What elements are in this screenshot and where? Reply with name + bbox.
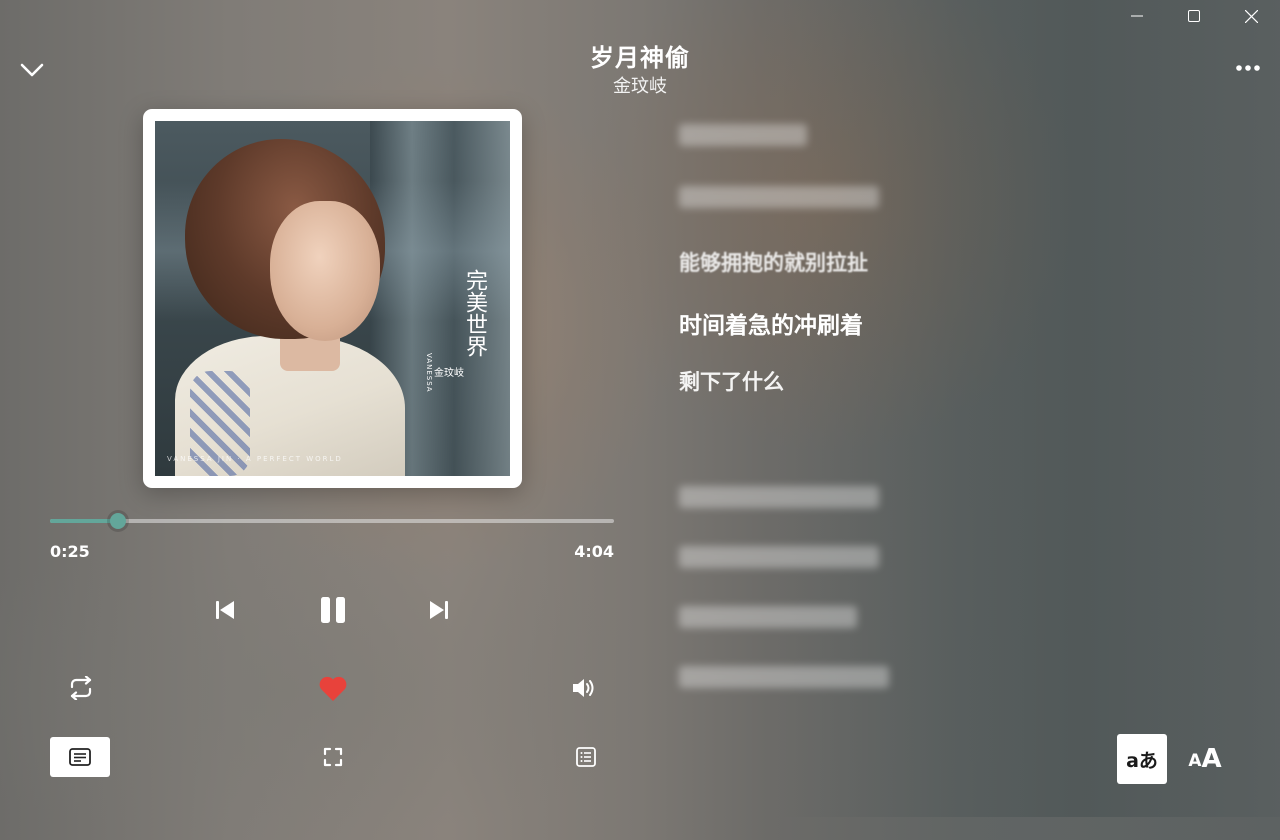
progress-thumb[interactable] (109, 513, 126, 529)
translate-label: aあ (1126, 749, 1158, 772)
skip-previous-icon (216, 601, 234, 619)
font-size-small-label: A (1188, 751, 1202, 771)
lyric-line-blurred: ​ (679, 666, 889, 693)
song-title: 岁月神偷 (590, 44, 690, 72)
fullscreen-button[interactable] (313, 737, 353, 777)
repeat-button[interactable] (61, 668, 101, 708)
pause-button[interactable] (310, 586, 356, 634)
volume-icon (573, 679, 594, 697)
like-button[interactable] (312, 668, 354, 708)
lyrics-icon (69, 748, 91, 766)
window-close-button[interactable] (1226, 0, 1276, 32)
minimize-icon (1131, 15, 1143, 17)
progress-bar[interactable] (50, 513, 614, 529)
volume-button[interactable] (563, 668, 605, 708)
close-icon (1244, 9, 1258, 23)
lyric-font-size-button[interactable]: AA (1182, 740, 1228, 780)
window-maximize-button[interactable] (1169, 0, 1219, 32)
previous-track-button[interactable] (205, 590, 245, 630)
song-artist[interactable]: 金玟岐 (440, 72, 840, 98)
more-horizontal-icon (1236, 65, 1260, 71)
lyrics-toggle-button[interactable] (50, 737, 110, 777)
heart-icon (319, 676, 347, 701)
lyric-line-current[interactable]: 时间着急的冲刷着 (679, 306, 863, 340)
playlist-button[interactable] (566, 737, 606, 777)
album-cover: 完美世界 VANESSA 金玟岐 VANESSA JIN · A PERFECT… (143, 109, 522, 488)
progress-fill (50, 519, 118, 523)
skip-next-icon (430, 601, 448, 619)
lyric-line-blurred: ​ (679, 186, 879, 213)
pause-icon (321, 597, 345, 623)
lyric-line-blurred: ​ (679, 124, 807, 151)
playlist-icon (576, 747, 596, 767)
album-art: 完美世界 VANESSA 金玟岐 VANESSA JIN · A PERFECT… (155, 121, 510, 476)
lyric-line-previous[interactable]: 能够拥抱的就别拉扯 (679, 247, 868, 277)
font-size-big-label: A (1201, 744, 1222, 774)
current-time: 0:25 (50, 542, 90, 561)
lyric-line-blurred: ​ (679, 486, 879, 513)
fullscreen-icon (323, 747, 343, 767)
repeat-icon (70, 676, 92, 700)
album-artist-cn-art: 金玟岐 (434, 368, 464, 379)
album-bottom-text: VANESSA JIN · A PERFECT WORLD (167, 455, 343, 463)
maximize-icon (1188, 10, 1200, 22)
collapse-player-button[interactable] (14, 52, 50, 88)
window-minimize-button[interactable] (1112, 0, 1162, 32)
total-time: 4:04 (574, 542, 614, 561)
next-track-button[interactable] (419, 590, 459, 630)
lyric-translate-button[interactable]: aあ (1117, 734, 1167, 784)
lyric-line-blurred: ​ (679, 546, 879, 573)
lyric-line-blurred: ​ (679, 606, 857, 633)
album-artist-en-art: VANESSA (425, 353, 433, 393)
more-options-button[interactable] (1228, 52, 1268, 84)
lyric-line-next[interactable]: 剩下了什么 (679, 366, 784, 396)
album-title-art: 完美世界 (462, 269, 487, 357)
chevron-down-icon (20, 63, 44, 77)
